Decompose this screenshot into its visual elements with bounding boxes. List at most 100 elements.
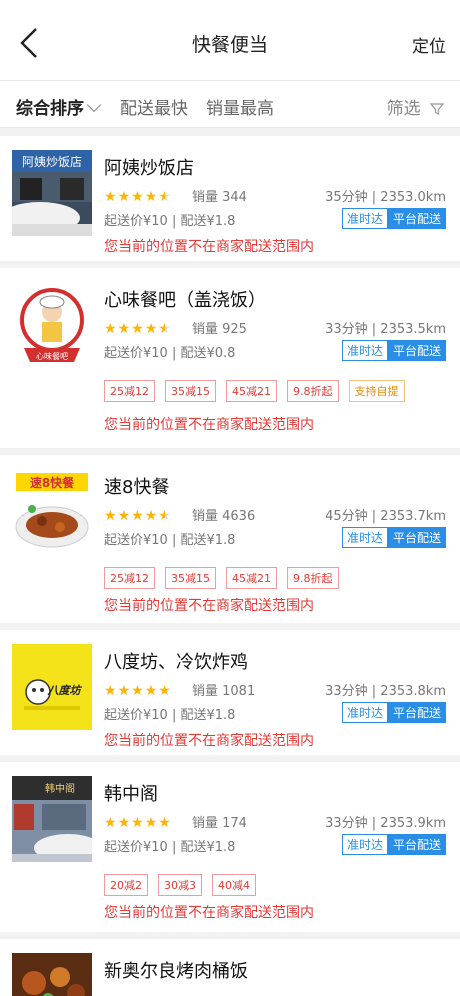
star-icon: ★	[117, 815, 131, 831]
shop-card[interactable]: 八度坊 八度坊、冷饮炸鸡 ★★★★★ 销量 1081 33分钟 | 2353.8…	[0, 630, 460, 755]
star-icon: ★	[144, 683, 158, 699]
delivery-badges: 准时达 平台配送	[341, 702, 446, 723]
delivery-badges: 准时达 平台配送	[341, 340, 446, 361]
star-icon: ★	[117, 508, 131, 524]
star-icon: ★	[131, 189, 144, 205]
half-star-icon: ★	[158, 508, 171, 524]
sort-fastest[interactable]: 配送最快	[120, 94, 188, 119]
star-icon: ★	[117, 683, 131, 699]
star-icon: ★	[104, 189, 117, 205]
star-icon: ★	[158, 683, 171, 699]
promo-tag: 9.8折起	[287, 380, 339, 402]
promo-tag: 9.8折起	[287, 567, 339, 589]
half-star-icon: ★	[158, 189, 171, 205]
sort-bar: 综合排序 配送最快 销量最高 筛选	[0, 80, 460, 128]
ontime-badge: 准时达	[341, 208, 388, 229]
shop-name: 阿姨炒饭店	[104, 158, 194, 179]
star-icon: ★	[104, 683, 117, 699]
shop-name: 八度坊、冷饮炸鸡	[104, 652, 248, 673]
star-icon: ★	[117, 321, 131, 337]
delivery-time-distance: 35分钟 | 2353.0km	[325, 190, 446, 205]
delivery-badges: 准时达 平台配送	[341, 208, 446, 229]
delivery-badges: 准时达 平台配送	[341, 527, 446, 548]
star-icon: ★	[117, 189, 131, 205]
ontime-badge: 准时达	[341, 834, 388, 855]
top-bar: 快餐便当 定位	[0, 0, 460, 80]
star-icon: ★	[144, 815, 158, 831]
shop-name: 韩中阁	[104, 784, 158, 805]
platform-delivery-badge: 平台配送	[387, 834, 446, 855]
half-star-icon: ★	[158, 321, 171, 337]
price-info: 起送价¥10 | 配送¥0.8	[104, 346, 236, 361]
star-icon: ★	[131, 321, 144, 337]
star-icon: ★	[104, 815, 117, 831]
shop-thumbnail: 速8快餐	[12, 469, 92, 555]
shop-thumbnail	[12, 953, 92, 996]
star-icon: ★	[131, 683, 144, 699]
shop-name: 心味餐吧（盖浇饭）	[104, 290, 266, 311]
out-of-range-warning: 您当前的位置不在商家配送范围内	[104, 733, 314, 749]
rating-stars: ★★★★★	[104, 318, 172, 336]
promo-tag: 45减21	[226, 380, 277, 402]
star-icon: ★	[158, 815, 171, 831]
sales-count: 销量 1081	[192, 684, 256, 699]
price-info: 起送价¥10 | 配送¥1.8	[104, 214, 236, 229]
star-icon: ★	[144, 508, 158, 524]
delivery-badges: 准时达 平台配送	[341, 834, 446, 855]
shop-logo-text: 速8快餐	[30, 475, 75, 490]
locate-button[interactable]: 定位	[412, 32, 446, 57]
price-info: 起送价¥10 | 配送¥1.8	[104, 708, 236, 723]
page-title: 快餐便当	[191, 34, 268, 56]
promo-tag: 20减2	[104, 874, 148, 896]
platform-delivery-badge: 平台配送	[387, 702, 446, 723]
shop-card[interactable]: 速8快餐 速8快餐 ★★★★★ 销量 4636 45分钟 | 2353.7km …	[0, 455, 460, 623]
promo-tags: 20减2 30减3 40减4	[104, 874, 256, 896]
platform-delivery-badge: 平台配送	[387, 208, 446, 229]
rating-stars: ★★★★★	[104, 505, 172, 523]
shop-name: 速8快餐	[104, 477, 170, 498]
out-of-range-warning: 您当前的位置不在商家配送范围内	[104, 905, 314, 921]
shop-thumbnail: 心味餐吧	[12, 282, 92, 368]
promo-tag: 35减15	[165, 567, 216, 589]
delivery-time-distance: 33分钟 | 2353.8km	[325, 684, 446, 699]
sort-comprehensive[interactable]: 综合排序	[16, 94, 102, 119]
shop-card[interactable]: 心味餐吧 心味餐吧（盖浇饭） ★★★★★ 销量 925 33分钟 | 2353.…	[0, 268, 460, 448]
price-info: 起送价¥10 | 配送¥1.8	[104, 840, 236, 855]
promo-tag: 30减3	[158, 874, 202, 896]
pickup-tag: 支持自提	[348, 380, 405, 402]
out-of-range-warning: 您当前的位置不在商家配送范围内	[104, 598, 314, 614]
shop-logo-text: 韩中阁	[45, 782, 75, 795]
sales-count: 销量 174	[192, 816, 247, 831]
shop-card[interactable]: 韩中阁 韩中阁 ★★★★★ 销量 174 33分钟 | 2353.9km 起送价…	[0, 762, 460, 932]
shop-thumbnail: 韩中阁	[12, 776, 92, 862]
sales-count: 销量 344	[192, 190, 247, 205]
promo-tag: 25减12	[104, 380, 155, 402]
ontime-badge: 准时达	[341, 340, 388, 361]
star-icon: ★	[104, 508, 117, 524]
out-of-range-warning: 您当前的位置不在商家配送范围内	[104, 239, 314, 255]
filter-icon	[430, 103, 444, 115]
platform-delivery-badge: 平台配送	[387, 527, 446, 548]
shop-card[interactable]: 新奥尔良烤肉桶饭	[0, 939, 460, 996]
platform-delivery-badge: 平台配送	[387, 340, 446, 361]
chevron-down-icon	[86, 97, 102, 113]
delivery-time-distance: 45分钟 | 2353.7km	[325, 509, 446, 524]
star-icon: ★	[104, 321, 117, 337]
out-of-range-warning: 您当前的位置不在商家配送范围内	[104, 417, 314, 433]
shop-card[interactable]: 阿姨炒饭店 阿姨炒饭店 ★★★★★ 销量 344 35分钟 | 2353.0km…	[0, 136, 460, 261]
delivery-time-distance: 33分钟 | 2353.5km	[325, 322, 446, 337]
star-icon: ★	[131, 815, 144, 831]
sort-top-sales[interactable]: 销量最高	[206, 94, 274, 119]
star-icon: ★	[131, 508, 144, 524]
promo-tag: 40减4	[212, 874, 256, 896]
star-icon: ★	[144, 321, 158, 337]
promo-tags: 25减12 35减15 45减21 9.8折起 支持自提	[104, 380, 405, 402]
shop-thumbnail: 八度坊	[12, 644, 92, 730]
sales-count: 销量 925	[192, 322, 247, 337]
rating-stars: ★★★★★	[104, 680, 172, 698]
shop-logo-text: 阿姨炒饭店	[22, 155, 82, 169]
filter-button[interactable]: 筛选	[387, 94, 444, 119]
ontime-badge: 准时达	[341, 527, 388, 548]
shop-thumbnail: 阿姨炒饭店	[12, 150, 92, 236]
rating-stars: ★★★★★	[104, 812, 172, 830]
